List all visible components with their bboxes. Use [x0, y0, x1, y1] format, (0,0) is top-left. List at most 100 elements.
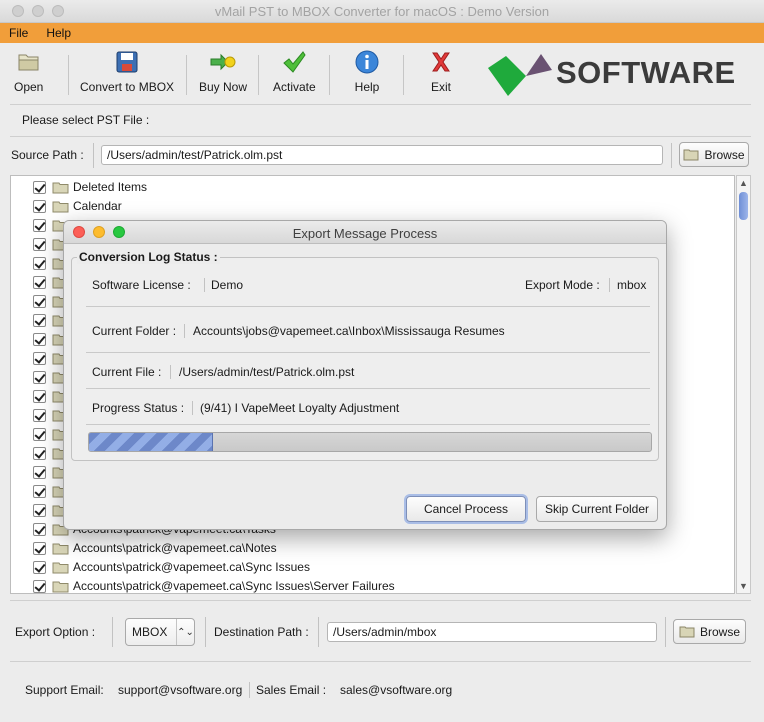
buy-arrow-icon: [210, 49, 236, 75]
toolbar-divider: [68, 55, 69, 95]
divider: [10, 661, 751, 662]
scroll-thumb[interactable]: [739, 192, 748, 220]
tree-row[interactable]: Accounts\patrick@vapemeet.ca\Notes: [11, 539, 734, 558]
folder-checkbox[interactable]: [33, 409, 46, 422]
field-separator: [318, 617, 319, 647]
folder-checkbox[interactable]: [33, 504, 46, 517]
cancel-process-label: Cancel Process: [423, 502, 509, 516]
folder-checkbox[interactable]: [33, 200, 46, 213]
footer-separator: [249, 682, 250, 698]
export-mode-value: mbox: [617, 278, 647, 292]
divider: [86, 306, 650, 307]
folder-checkbox[interactable]: [33, 352, 46, 365]
convert-to-mbox-button[interactable]: Convert to MBOX: [80, 49, 174, 94]
cancel-process-button[interactable]: Cancel Process: [406, 496, 526, 522]
exit-button[interactable]: Exit: [428, 49, 454, 94]
sales-email-value[interactable]: sales@vsoftware.org: [340, 683, 452, 697]
export-option-label: Export Option :: [15, 625, 96, 639]
destination-browse-button[interactable]: Browse: [673, 619, 746, 644]
skip-current-folder-button[interactable]: Skip Current Folder: [536, 496, 658, 522]
source-path-label: Source Path :: [11, 148, 84, 162]
source-browse-button[interactable]: Browse: [679, 142, 749, 167]
software-license-label: Software License :: [92, 278, 191, 292]
field-separator: [204, 278, 205, 292]
select-arrows-icon: ⌃⌄: [176, 619, 194, 645]
folder-checkbox[interactable]: [33, 485, 46, 498]
folder-checkbox[interactable]: [33, 390, 46, 403]
folder-icon: [52, 182, 69, 194]
folder-icon: [52, 581, 69, 593]
save-icon: [114, 49, 140, 75]
folder-checkbox[interactable]: [33, 466, 46, 479]
destination-path-label: Destination Path :: [214, 625, 309, 639]
tree-row[interactable]: Accounts\patrick@vapemeet.ca\Sync Issues…: [11, 577, 734, 593]
source-browse-label: Browse: [704, 147, 745, 162]
folder-checkbox[interactable]: [33, 447, 46, 460]
progress-status-value: (9/41) I VapeMeet Loyalty Adjustment: [200, 401, 400, 415]
field-separator: [93, 143, 94, 168]
folder-icon: [679, 626, 695, 638]
tree-row[interactable]: Calendar: [11, 197, 734, 216]
progress-status-label: Progress Status :: [92, 401, 185, 415]
help-button[interactable]: Help: [354, 49, 380, 94]
export-progress-dialog: Export Message Process Conversion Log St…: [63, 220, 667, 530]
toolbar-divider: [329, 55, 330, 95]
menu-file[interactable]: File: [0, 26, 37, 40]
folder-checkbox[interactable]: [33, 580, 46, 593]
source-path-field[interactable]: /Users/admin/test/Patrick.olm.pst: [101, 145, 663, 165]
buy-now-label: Buy Now: [199, 80, 248, 94]
close-x-icon: [428, 49, 454, 75]
tree-row[interactable]: Deleted Items: [11, 178, 734, 197]
field-separator: [665, 617, 666, 647]
toolbar-divider: [186, 55, 187, 95]
open-button[interactable]: Open: [14, 49, 43, 94]
tree-row-label: Accounts\patrick@vapemeet.ca\Sync Issues…: [73, 579, 395, 593]
divider: [10, 600, 751, 601]
destination-path-field[interactable]: /Users/admin/mbox: [327, 622, 657, 642]
folder-checkbox[interactable]: [33, 523, 46, 536]
destination-browse-label: Browse: [699, 624, 740, 639]
scroll-up-arrow-icon[interactable]: ▲: [737, 176, 750, 190]
open-button-label: Open: [14, 80, 44, 94]
buy-now-button[interactable]: Buy Now: [199, 49, 247, 94]
activate-button[interactable]: Activate: [273, 49, 316, 94]
software-license-value: Demo: [211, 278, 244, 292]
select-pst-prompt: Please select PST File :: [22, 113, 150, 127]
menu-help[interactable]: Help: [37, 26, 80, 40]
tree-row-label: Deleted Items: [73, 180, 148, 194]
folder-checkbox[interactable]: [33, 561, 46, 574]
folder-checkbox[interactable]: [33, 371, 46, 384]
tree-row-label: Accounts\patrick@vapemeet.ca\Notes: [73, 541, 277, 555]
folder-checkbox[interactable]: [33, 276, 46, 289]
folder-checkbox[interactable]: [33, 333, 46, 346]
support-email-value[interactable]: support@vsoftware.org: [118, 683, 242, 697]
divider: [86, 352, 650, 353]
field-separator: [609, 278, 610, 292]
folder-checkbox[interactable]: [33, 295, 46, 308]
divider: [86, 424, 650, 425]
folder-open-icon: [16, 49, 42, 75]
folder-icon: [52, 201, 69, 213]
sales-email-label: Sales Email :: [256, 683, 327, 697]
folder-checkbox[interactable]: [33, 238, 46, 251]
export-format-value: MBOX: [132, 625, 168, 639]
conversion-progress-bar: [88, 432, 652, 452]
info-icon: [354, 49, 380, 75]
logo-text: SOFTWARE: [556, 55, 736, 90]
support-email-label: Support Email:: [25, 683, 104, 697]
tree-scrollbar[interactable]: ▲ ▼: [736, 175, 751, 594]
dialog-titlebar: Export Message Process: [64, 221, 666, 244]
brand-logo: SOFTWARE: [486, 50, 748, 98]
folder-checkbox[interactable]: [33, 428, 46, 441]
folder-checkbox[interactable]: [33, 181, 46, 194]
folder-checkbox[interactable]: [33, 257, 46, 270]
folder-checkbox[interactable]: [33, 314, 46, 327]
field-separator: [170, 365, 171, 379]
toolbar-divider: [258, 55, 259, 95]
scroll-down-arrow-icon[interactable]: ▼: [737, 579, 750, 593]
folder-checkbox[interactable]: [33, 542, 46, 555]
tree-row-label: Calendar: [73, 199, 122, 213]
folder-checkbox[interactable]: [33, 219, 46, 232]
tree-row[interactable]: Accounts\patrick@vapemeet.ca\Sync Issues: [11, 558, 734, 577]
export-format-select[interactable]: MBOX ⌃⌄: [125, 618, 195, 646]
